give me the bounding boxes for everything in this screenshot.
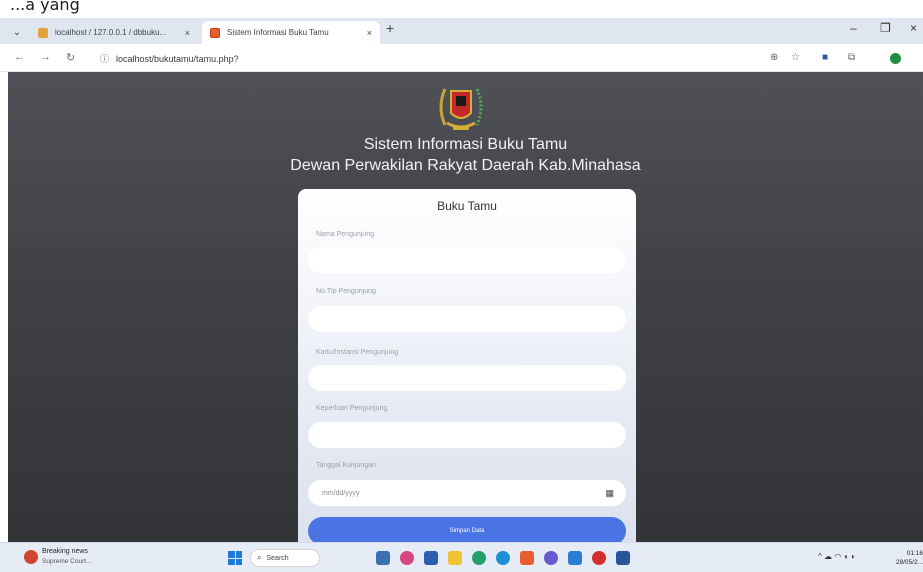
paint-icon[interactable] [544,551,558,565]
news-subtitle[interactable]: Supreme Court... [42,558,92,565]
news-title[interactable]: Breaking news [42,548,88,555]
windows-taskbar: Breaking news Supreme Court... ⌕ Search … [0,542,923,572]
taskbar-search[interactable]: ⌕ Search [250,549,320,567]
file-explorer-icon[interactable] [448,551,462,565]
visitor-phone-input[interactable] [308,306,626,332]
site-title-line-1: Sistem Informasi Buku Tamu [363,136,568,153]
back-button[interactable]: ← [14,51,25,63]
caption-strip: ...a yang [0,0,923,18]
visit-date-input[interactable]: mm/dd/yyyy ▦ [308,480,626,506]
phpmyadmin-favicon-icon [38,27,48,38]
visitor-purpose-input[interactable] [308,422,626,448]
windows-start-icon[interactable] [228,551,242,565]
close-icon[interactable]: × [367,28,372,38]
save-button[interactable]: Simpan Data [308,517,626,542]
tab-phpmyadmin[interactable]: localhost / 127.0.0.1 / dbbuku... × [30,21,198,44]
teams-icon[interactable] [424,551,438,565]
opera-icon[interactable] [592,551,606,565]
visitor-agency-input[interactable] [308,365,626,391]
browser-toolbar: ← → ↻ ⓘ localhost/bukutamu/tamu.php? ⊕ ☆… [0,44,923,72]
new-tab-button[interactable]: + [386,20,394,36]
tab-buku-tamu[interactable]: Sistem Informasi Buku Tamu × [202,21,380,44]
visitor-name-label: Nama Pengunjung [316,231,374,238]
system-tray-icons[interactable]: ^ ☁ ◠ ◖ ◗ [818,552,855,561]
site-favicon-icon [210,27,220,38]
vscode-icon[interactable] [568,551,582,565]
visit-date-label: Tanggal Kunjungan [316,462,376,469]
close-icon[interactable]: × [185,28,190,38]
address-bar[interactable]: ⓘ localhost/bukutamu/tamu.php? [92,49,812,68]
date-placeholder: mm/dd/yyyy [322,489,360,497]
news-widget-icon[interactable] [24,550,38,564]
visitor-agency-label: Kartu/Instansi Pengunjung [316,349,399,356]
word-icon[interactable] [616,551,630,565]
bookmark-star-icon[interactable]: ☆ [791,52,800,63]
forward-button[interactable]: → [40,51,51,63]
edge-icon[interactable] [496,551,510,565]
maximize-button[interactable]: ❐ [880,21,891,35]
copilot-icon[interactable] [400,551,414,565]
calendar-icon[interactable]: ▦ [605,488,614,499]
visitor-phone-label: No.Tlp Pengunjung [316,288,376,295]
tab-title: localhost / 127.0.0.1 / dbbuku... [55,28,167,37]
guestbook-form: Buku Tamu Nama Pengunjung No.Tlp Pengunj… [298,189,636,542]
extensions-puzzle-icon[interactable]: ⧉ [848,52,855,63]
weather-app-icon[interactable] [376,551,390,565]
tab-title: Sistem Informasi Buku Tamu [227,28,329,37]
dprd-emblem-icon [439,88,483,130]
search-label: Search [266,554,289,562]
extension-icon[interactable]: ■ [822,52,828,63]
caption-text: ...a yang [10,0,80,14]
site-info-icon[interactable]: ⓘ [100,52,109,65]
url-text: localhost/bukutamu/tamu.php? [116,53,239,64]
form-heading: Buku Tamu [437,199,497,213]
xampp-icon[interactable] [520,551,534,565]
site-title-line-2: Dewan Perwakilan Rakyat Daerah Kab.Minah… [290,157,641,174]
close-window-button[interactable]: × [910,21,917,35]
taskbar-clock[interactable]: 01:16 28/05/2... [890,549,923,567]
visitor-name-input[interactable] [308,247,626,273]
chrome-icon[interactable] [472,551,486,565]
browser-tab-bar: ⌄ localhost / 127.0.0.1 / dbbuku... × Si… [0,18,923,44]
clock-date: 28/05/2... [895,559,923,566]
screen: ...a yang ⌄ localhost / 127.0.0.1 / dbbu… [0,0,923,572]
page-viewport: Sistem Informasi Buku Tamu Dewan Perwaki… [8,72,923,542]
minimize-button[interactable]: – [850,21,857,35]
tab-list-button[interactable]: ⌄ [8,21,26,44]
search-icon: ⌕ [257,553,262,562]
visitor-purpose-label: Keperluan Pengunjung [316,405,388,412]
zoom-icon[interactable]: ⊕ [770,52,778,63]
profile-icon[interactable] [890,53,901,64]
clock-time: 01:16 [906,550,923,557]
reload-button[interactable]: ↻ [66,51,75,64]
